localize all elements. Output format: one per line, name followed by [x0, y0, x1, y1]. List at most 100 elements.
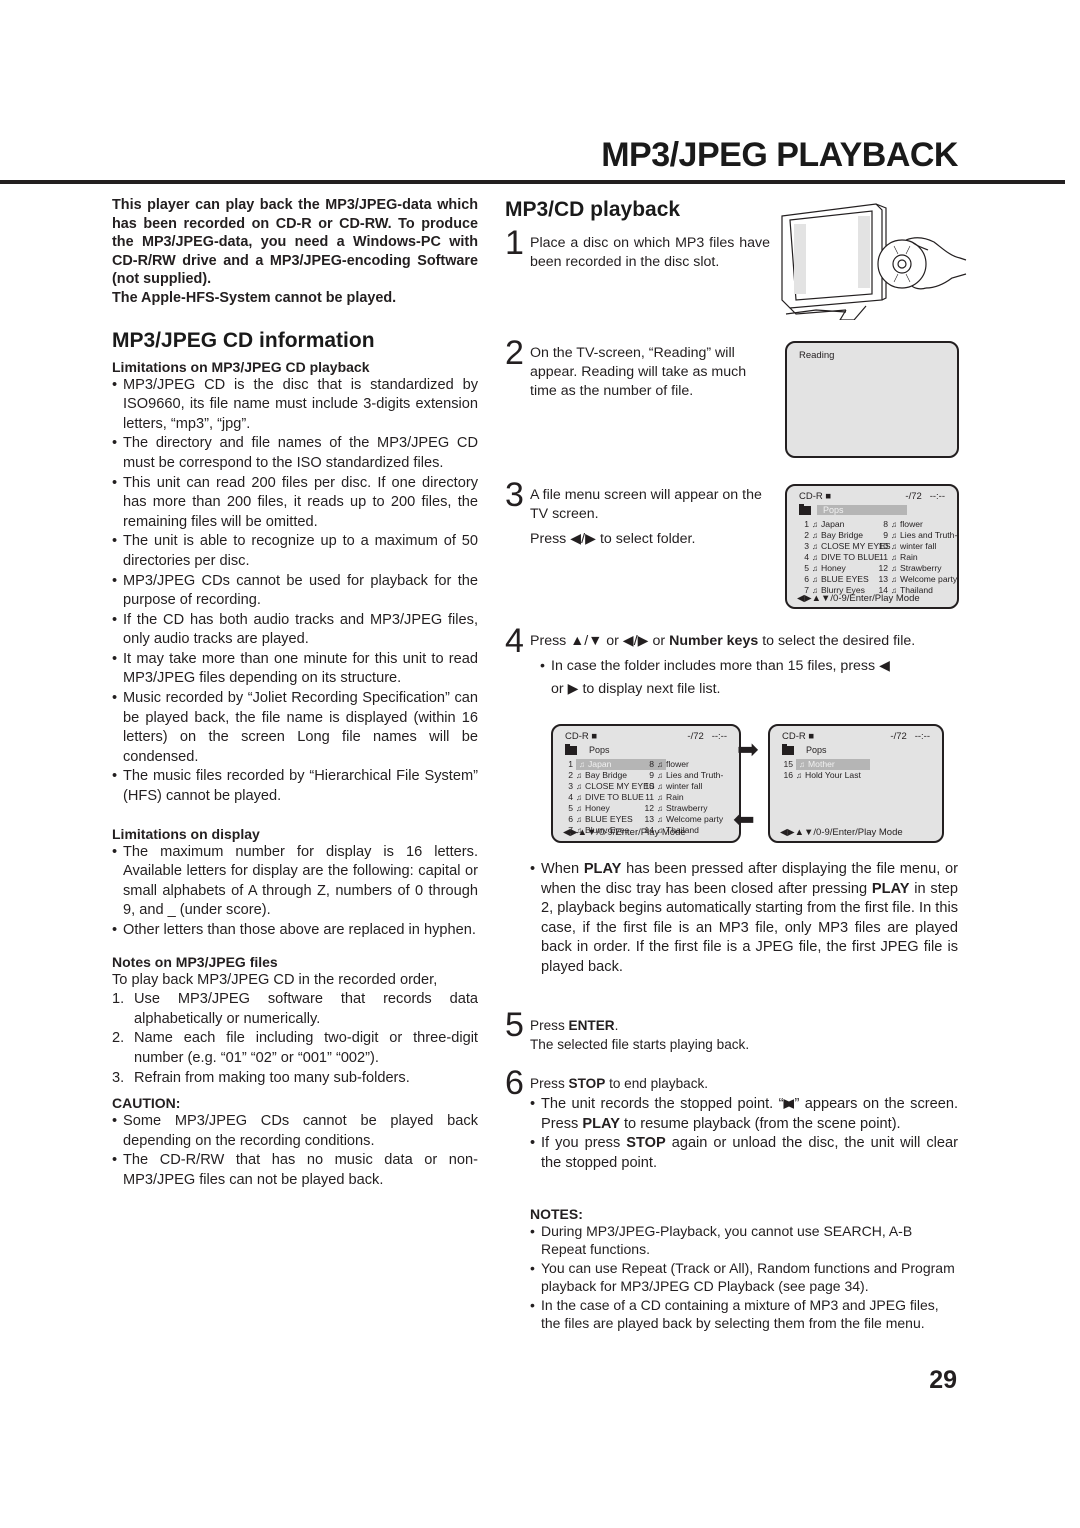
- files-steps: 1. Use MP3/JPEG software that records dat…: [112, 990, 478, 1088]
- folder-row[interactable]: Pops: [565, 743, 616, 756]
- track-time: -/72 --:--: [687, 731, 727, 742]
- resume-marker-icon: [783, 1099, 795, 1109]
- step-number: 2: [505, 334, 524, 372]
- left-arrow-icon: ◀: [879, 658, 890, 674]
- page-number: 29: [929, 1366, 957, 1394]
- previous-page-arrow-icon: ⬅: [733, 804, 755, 834]
- file-item[interactable]: 11 ♫ Rain: [875, 552, 957, 563]
- folder-name: Pops: [817, 505, 907, 515]
- list-item: 3. Refrain from making too many sub-folde…: [112, 1069, 410, 1086]
- music-note-icon: ♫: [812, 575, 818, 584]
- file-item[interactable]: 10 ♫ winter fall: [875, 541, 957, 552]
- intro-text: This player can play back the MP3/JPEG-d…: [112, 197, 478, 288]
- file-list-page2: 15 ♫ Mother 16 ♫ Hold Your Last: [780, 759, 870, 781]
- next-page-arrow-icon: ➡: [737, 734, 759, 764]
- list-item: This unit can read 200 files per disc. I…: [112, 474, 478, 533]
- step-text: A file menu screen will appear on the TV…: [530, 487, 762, 547]
- music-note-icon: ♫: [576, 793, 582, 802]
- intro-paragraph: This player can play back the MP3/JPEG-d…: [112, 196, 478, 308]
- file-item[interactable]: 11 ♫ Rain: [641, 792, 723, 803]
- folder-row[interactable]: Pops: [799, 503, 907, 516]
- right-arrow-icon: ▶: [567, 681, 579, 697]
- disc-type: CD-R ■: [799, 491, 832, 502]
- file-list-col2: 8 ♫ flower 9 ♫ Lies and Truth- 10 ♫ winter fal…: [875, 519, 957, 596]
- list-item: The CD-R/RW that has no music data or no…: [112, 1151, 478, 1190]
- music-note-icon: ♫: [812, 542, 818, 551]
- control-hint: ◀▶▲▼/0-9/Enter/Play Mode: [797, 593, 920, 604]
- list-item: MP3/JPEG CDs cannot be used for playback…: [112, 572, 478, 611]
- file-item[interactable]: 9 ♫ Lies and Truth-: [641, 770, 723, 781]
- music-note-icon: ♫: [576, 771, 582, 780]
- right-arrow-icon: ▶: [585, 531, 597, 547]
- disc-type: CD-R ■: [782, 731, 815, 742]
- music-note-icon: ♫: [891, 542, 897, 551]
- list-item: During MP3/JPEG-Playback, you cannot use…: [530, 1222, 958, 1259]
- step-text: Place a disc on which MP3 files have bee…: [530, 235, 770, 270]
- tv-screen-file-list-page1: CD-R ■ -/72 --:-- Pops 1 ♫ Japan 2 ♫ Bay Bri…: [551, 724, 741, 843]
- caution-heading: CAUTION:: [112, 1095, 181, 1112]
- list-item: The directory and file names of the MP3/…: [112, 434, 478, 473]
- file-item[interactable]: 12 ♫ Strawberry: [641, 803, 723, 814]
- file-item[interactable]: 13 ♫ Welcome party: [641, 814, 723, 825]
- tv-screen-reading: Reading: [785, 341, 959, 458]
- step-text: Press ENTER. The selected file starts pl…: [530, 1018, 750, 1052]
- list-item: It may take more than one minute for thi…: [112, 650, 478, 689]
- track-time: -/72 --:--: [890, 731, 930, 742]
- limitations-heading: Limitations on MP3/JPEG CD playback: [112, 358, 370, 375]
- music-note-icon: ♫: [657, 782, 663, 791]
- music-note-icon: ♫: [796, 771, 802, 780]
- list-item: Music recorded by “Joliet Recording Spec…: [112, 689, 478, 767]
- file-item[interactable]: 9 ♫ Lies and Truth-: [875, 530, 957, 541]
- title-rule: [0, 180, 1065, 184]
- music-note-icon: ♫: [657, 771, 663, 780]
- reading-label: Reading: [799, 350, 835, 361]
- file-item[interactable]: 16 ♫ Hold Your Last: [780, 770, 870, 781]
- file-item[interactable]: 8 ♫ flower: [875, 519, 957, 530]
- step-number: 5: [505, 1006, 524, 1044]
- folder-icon: [565, 743, 577, 755]
- tv-hand-disc-icon: [781, 203, 967, 321]
- stop-notes: The unit records the stopped point. “” a…: [530, 1095, 958, 1173]
- list-item: MP3/JPEG CD is the disc that is standard…: [112, 376, 478, 435]
- list-item: If you press STOP again or unload the di…: [530, 1134, 958, 1173]
- music-note-icon: ♫: [579, 760, 585, 769]
- music-note-icon: ♫: [891, 575, 897, 584]
- control-hint: ◀▶▲▼/0-9/Enter/Play Mode: [563, 827, 686, 838]
- music-note-icon: ♫: [891, 553, 897, 562]
- music-note-icon: ♫: [657, 815, 663, 824]
- notes-section: NOTES: During MP3/JPEG-Playback, you can…: [530, 1206, 958, 1332]
- file-item[interactable]: 12 ♫ Strawberry: [875, 563, 957, 574]
- music-note-icon: ♫: [799, 760, 805, 769]
- files-heading: Notes on MP3/JPEG files: [112, 953, 278, 970]
- step-text: Press ▲/▼ or ◀/▶ or Number keys to selec…: [530, 632, 965, 701]
- file-item[interactable]: 8 ♫ flower: [641, 759, 723, 770]
- info-heading: MP3/JPEG CD information: [112, 328, 375, 352]
- music-note-icon: ♫: [812, 553, 818, 562]
- file-item[interactable]: 10 ♫ winter fall: [641, 781, 723, 792]
- up-arrow-icon: ▲: [570, 633, 585, 649]
- file-item-selected[interactable]: 15 ♫ Mother: [780, 759, 870, 770]
- display-heading: Limitations on display: [112, 825, 260, 842]
- music-note-icon: ♫: [812, 520, 818, 529]
- file-item[interactable]: 13 ♫ Welcome party: [875, 574, 957, 585]
- list-item: The unit is able to recognize up to a ma…: [112, 532, 478, 571]
- down-arrow-icon: ▼: [588, 633, 603, 649]
- music-note-icon: ♫: [576, 815, 582, 824]
- music-note-icon: ♫: [891, 564, 897, 573]
- music-note-icon: ♫: [657, 760, 663, 769]
- section-title: MP3/CD playback: [505, 198, 681, 221]
- step-number: 3: [505, 476, 524, 514]
- intro-hfs-note: The Apple-HFS-System cannot be played.: [112, 289, 397, 306]
- folder-name: Pops: [806, 745, 827, 755]
- list-item: The unit records the stopped point. “” a…: [530, 1095, 958, 1134]
- list-item: Some MP3/JPEG CDs cannot be played back …: [112, 1112, 478, 1151]
- disc-type: CD-R ■: [565, 731, 598, 742]
- disc-insert-illustration: [776, 196, 968, 321]
- folder-row[interactable]: Pops: [782, 743, 833, 756]
- folder-name: Pops: [589, 745, 610, 755]
- music-note-icon: ♫: [812, 531, 818, 540]
- page-title: MP3/JPEG PLAYBACK: [601, 136, 958, 174]
- music-note-icon: ♫: [657, 804, 663, 813]
- files-intro: To play back MP3/JPEG CD in the recorded…: [112, 971, 438, 988]
- music-note-icon: ♫: [891, 531, 897, 540]
